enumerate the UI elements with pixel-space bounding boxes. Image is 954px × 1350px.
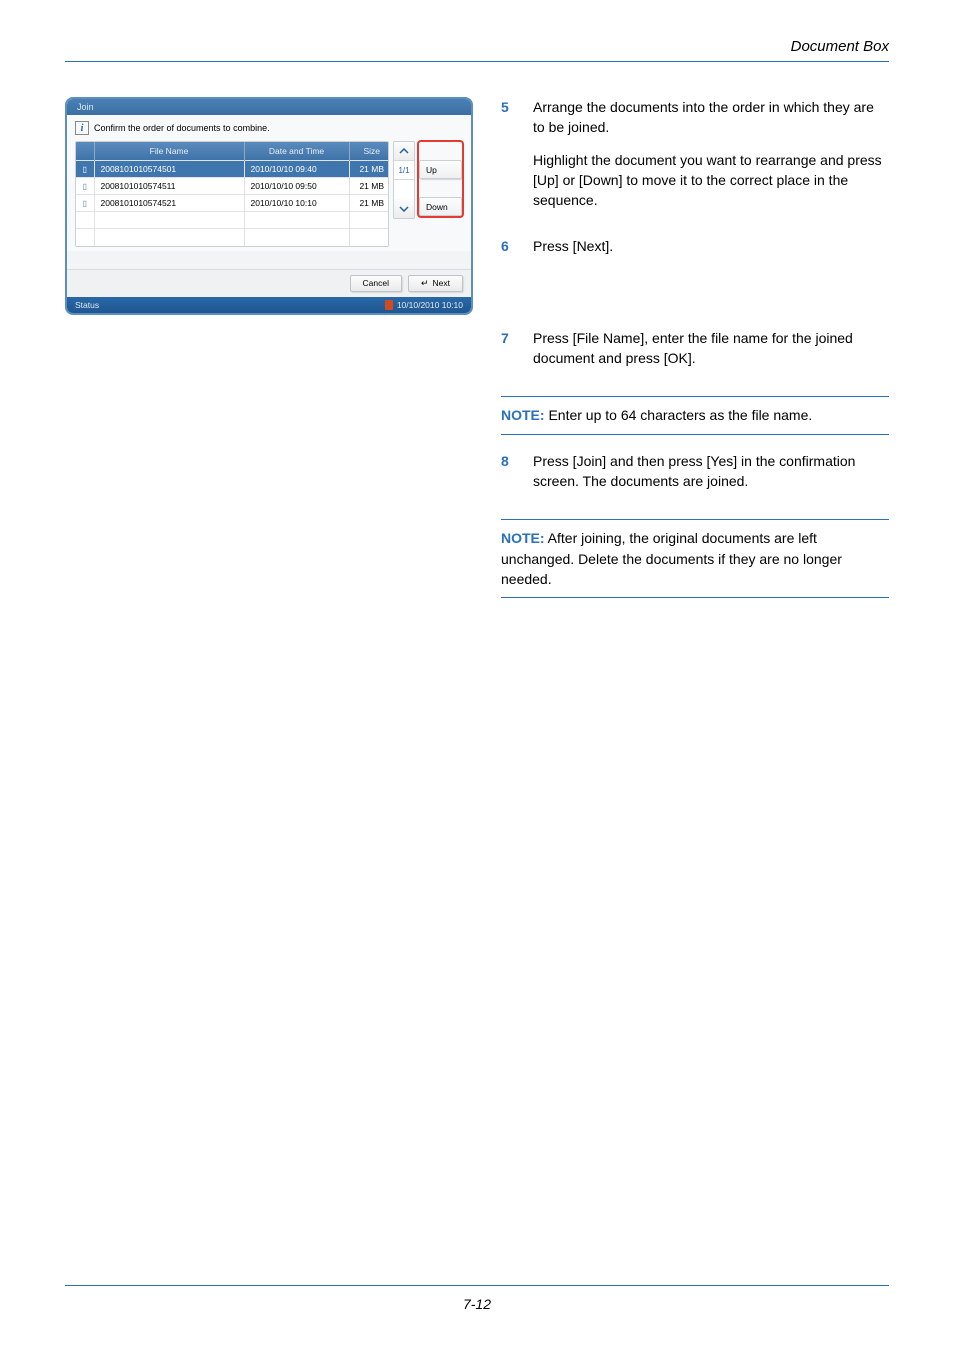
step-number: 5 — [501, 97, 515, 222]
panel-titlebar: Join — [67, 99, 471, 115]
side-controls: 1/1 Up Do — [393, 141, 463, 247]
chevron-up-icon — [399, 148, 409, 154]
step-number: 8 — [501, 451, 515, 504]
note-label: NOTE: — [501, 530, 545, 546]
table-row[interactable]: ▯ 2008101010574511 2010/10/10 09:50 21 M… — [76, 178, 389, 195]
scroll-up-button[interactable] — [394, 142, 414, 161]
status-label[interactable]: Status — [75, 300, 99, 311]
cell-name: 2008101010574501 — [94, 161, 244, 178]
step-text: Press [Next]. — [533, 236, 613, 256]
info-text: Confirm the order of documents to combin… — [94, 123, 270, 133]
cell-date: 2010/10/10 09:40 — [244, 161, 349, 178]
col-date-header[interactable]: Date and Time — [244, 142, 349, 161]
cell-size: 21 MB — [349, 161, 389, 178]
note-2: NOTE: After joining, the original docume… — [501, 519, 889, 598]
step-text: Press [Join] and then press [Yes] in the… — [533, 451, 889, 492]
page-header: Document Box — [65, 38, 889, 62]
step-number: 7 — [501, 328, 515, 381]
col-icon-header — [76, 142, 94, 161]
cell-name: 2008101010574511 — [94, 178, 244, 195]
file-table: File Name Date and Time Size ▯ 200810101… — [75, 141, 389, 247]
page-number: 7-12 — [463, 1296, 491, 1312]
page-footer: 7-12 — [0, 1285, 954, 1312]
next-button[interactable]: ↵ Next — [408, 275, 463, 292]
cell-date: 2010/10/10 09:50 — [244, 178, 349, 195]
scroll-down-button[interactable] — [394, 199, 414, 218]
note-text: After joining, the original documents ar… — [501, 530, 842, 587]
enter-icon: ↵ — [421, 278, 429, 289]
document-icon: ▯ — [83, 199, 87, 208]
col-size-header[interactable]: Size — [349, 142, 389, 161]
panel-footer: Cancel ↵ Next — [67, 269, 471, 297]
status-bar: Status 10/10/2010 10:10 — [67, 297, 471, 314]
document-icon: ▯ — [83, 165, 87, 174]
table-row[interactable]: ▯ 2008101010574501 2010/10/10 09:40 21 M… — [76, 161, 389, 178]
step-text: Press [File Name], enter the file name f… — [533, 328, 889, 369]
cell-date: 2010/10/10 10:10 — [244, 195, 349, 212]
step-6: 6 Press [Next]. — [501, 236, 889, 268]
table-row[interactable]: ▯ 2008101010574521 2010/10/10 10:10 21 M… — [76, 195, 389, 212]
chevron-down-icon — [399, 206, 409, 212]
table-row — [76, 212, 389, 229]
note-1: NOTE: Enter up to 64 characters as the f… — [501, 396, 889, 434]
status-icon — [385, 300, 393, 310]
cancel-button[interactable]: Cancel — [350, 275, 402, 292]
content-row: Join i Confirm the order of documents to… — [65, 97, 889, 614]
screenshot-figure: Join i Confirm the order of documents to… — [65, 97, 473, 614]
step-8: 8 Press [Join] and then press [Yes] in t… — [501, 451, 889, 504]
step-text: Arrange the documents into the order in … — [533, 97, 889, 138]
page-indicator: 1/1 — [394, 161, 414, 180]
info-icon: i — [75, 121, 89, 135]
info-row: i Confirm the order of documents to comb… — [75, 121, 463, 135]
cell-name: 2008101010574521 — [94, 195, 244, 212]
join-panel: Join i Confirm the order of documents to… — [65, 97, 473, 315]
step-5: 5 Arrange the documents into the order i… — [501, 97, 889, 222]
status-time: 10/10/2010 10:10 — [397, 300, 463, 310]
step-number: 6 — [501, 236, 515, 268]
cell-size: 21 MB — [349, 195, 389, 212]
note-label: NOTE: — [501, 407, 545, 423]
header-rule — [65, 61, 889, 62]
header-title: Document Box — [65, 38, 889, 55]
cell-size: 21 MB — [349, 178, 389, 195]
step-text: Highlight the document you want to rearr… — [533, 150, 889, 211]
up-button[interactable]: Up — [419, 160, 462, 179]
col-name-header[interactable]: File Name — [94, 142, 244, 161]
note-text: Enter up to 64 characters as the file na… — [545, 407, 813, 423]
table-row — [76, 229, 389, 246]
instructions: 5 Arrange the documents into the order i… — [501, 97, 889, 614]
next-label: Next — [433, 278, 450, 288]
footer-rule — [65, 1285, 889, 1286]
down-button[interactable]: Down — [419, 197, 462, 216]
document-icon: ▯ — [83, 182, 87, 191]
step-7: 7 Press [File Name], enter the file name… — [501, 328, 889, 381]
